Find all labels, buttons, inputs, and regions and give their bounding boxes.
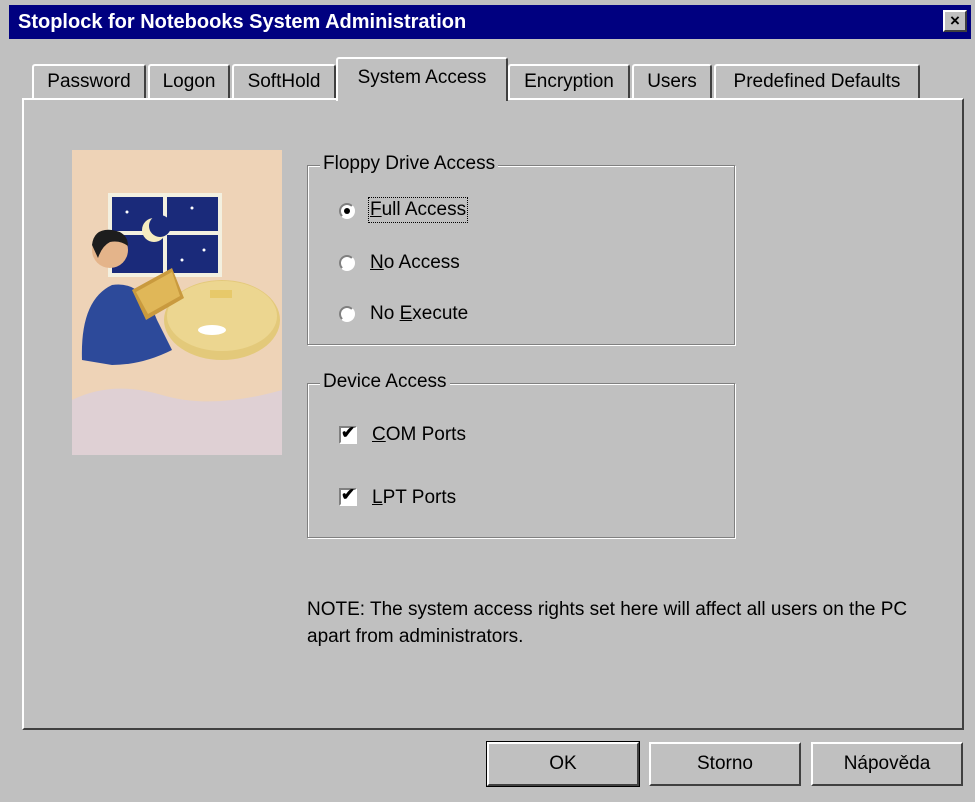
ok-button[interactable]: OK bbox=[486, 741, 640, 787]
label-text: o Access bbox=[383, 252, 460, 273]
no-access-radio[interactable] bbox=[339, 255, 355, 271]
tab-label: Predefined Defaults bbox=[733, 71, 901, 92]
mnemonic: N bbox=[370, 252, 384, 273]
tab-label: Logon bbox=[162, 71, 216, 92]
no-execute-label[interactable]: No Execute bbox=[370, 303, 468, 325]
device-access-group: Device Access bbox=[307, 371, 735, 538]
group-label: Device Access bbox=[320, 371, 450, 393]
close-icon: × bbox=[950, 11, 960, 30]
full-access-radio[interactable] bbox=[339, 203, 355, 219]
lpt-ports-label[interactable]: LPT Ports bbox=[372, 487, 456, 509]
tab-password[interactable]: Password bbox=[32, 64, 146, 100]
label-text: No bbox=[370, 303, 400, 324]
lpt-ports-checkbox[interactable]: ✔ bbox=[339, 485, 357, 506]
label-text: PT Ports bbox=[382, 487, 457, 508]
no-access-label[interactable]: No Access bbox=[370, 252, 460, 274]
tab-users[interactable]: Users bbox=[632, 64, 712, 100]
mnemonic: F bbox=[370, 199, 382, 220]
tab-label: System Access bbox=[357, 67, 487, 88]
tab-logon[interactable]: Logon bbox=[148, 64, 230, 100]
com-ports-checkbox[interactable]: ✔ bbox=[339, 423, 357, 444]
tab-softhold[interactable]: SoftHold bbox=[232, 64, 336, 100]
checkmark-icon: ✔ bbox=[341, 423, 356, 442]
mnemonic: C bbox=[372, 424, 386, 445]
button-label: OK bbox=[549, 753, 577, 774]
label-text: ull Access bbox=[381, 199, 467, 220]
help-button[interactable]: Nápověda bbox=[811, 742, 963, 786]
note-text: NOTE: The system access rights set here … bbox=[307, 599, 908, 647]
group-label: Floppy Drive Access bbox=[320, 153, 499, 175]
tab-predefined-defaults[interactable]: Predefined Defaults bbox=[714, 64, 920, 100]
close-button[interactable]: × bbox=[943, 10, 967, 32]
man-with-notebook-illustration bbox=[72, 150, 282, 455]
mnemonic: L bbox=[372, 487, 383, 508]
checkmark-icon: ✔ bbox=[341, 485, 356, 504]
button-label: Storno bbox=[697, 753, 753, 774]
label-text: OM Ports bbox=[385, 424, 466, 445]
com-ports-label[interactable]: COM Ports bbox=[372, 424, 466, 446]
tab-label: Users bbox=[647, 71, 697, 92]
full-access-label[interactable]: Full Access bbox=[367, 197, 469, 223]
cancel-button[interactable]: Storno bbox=[649, 742, 801, 786]
tab-system-access[interactable]: System Access bbox=[336, 57, 508, 101]
button-label: Nápověda bbox=[843, 753, 931, 774]
label-text: xecute bbox=[412, 303, 469, 324]
mnemonic: E bbox=[399, 303, 413, 324]
title-bar[interactable]: Stoplock for Notebooks System Administra… bbox=[9, 5, 971, 39]
tab-label: Encryption bbox=[524, 71, 614, 92]
no-execute-radio[interactable] bbox=[339, 306, 355, 322]
window-title: Stoplock for Notebooks System Administra… bbox=[18, 11, 467, 33]
tab-label: Password bbox=[47, 71, 131, 92]
tab-label: SoftHold bbox=[247, 71, 321, 92]
dialog-window: Stoplock for Notebooks System Administra… bbox=[0, 0, 975, 802]
tab-encryption[interactable]: Encryption bbox=[508, 64, 630, 100]
